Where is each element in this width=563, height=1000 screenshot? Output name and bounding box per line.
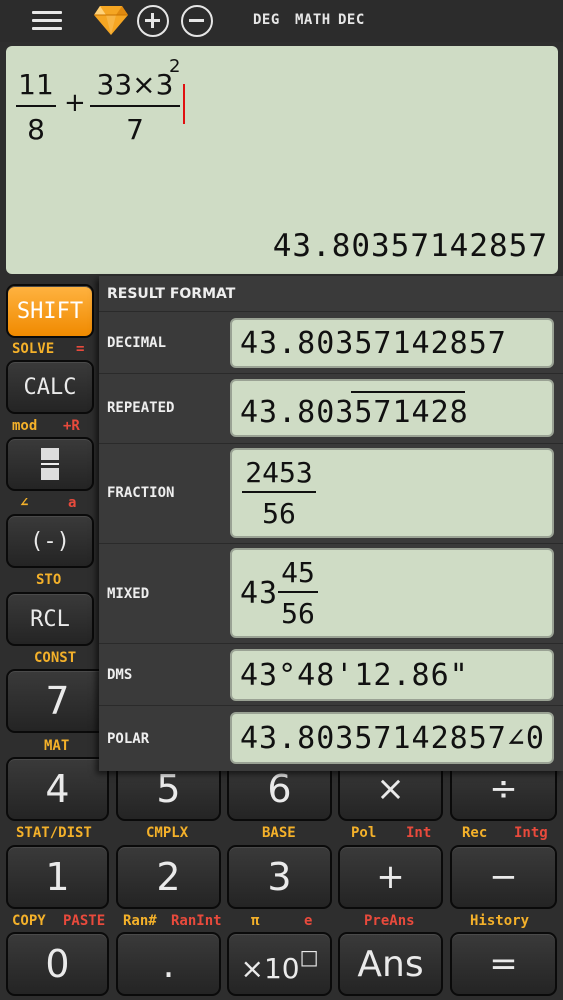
top-bar: DEG MATH DEC xyxy=(0,0,563,42)
label-stat-dist: STAT/DIST xyxy=(16,825,92,841)
dms-value-box[interactable]: 43°48'12.86" xyxy=(230,649,554,701)
shift-button[interactable]: SHIFT xyxy=(6,284,94,338)
label-plus-r: +R xyxy=(63,418,80,434)
fraction-template-icon xyxy=(41,448,59,480)
format-row-repeated: REPEATED 43.803571428 xyxy=(99,373,563,443)
result-value: 43.80357142857 xyxy=(272,228,548,264)
label-mat: MAT xyxy=(44,738,70,754)
digit-3-button[interactable]: 3 xyxy=(227,845,332,909)
exponent: 2 xyxy=(169,56,181,77)
digit-4-button[interactable]: 4 xyxy=(6,757,109,821)
format-row-dms: DMS 43°48'12.86" xyxy=(99,643,563,705)
label-e: e xyxy=(304,913,313,929)
input-mode-indicator: MATH xyxy=(295,12,331,28)
subtract-button[interactable]: − xyxy=(450,845,557,909)
label-pol: Pol xyxy=(351,825,377,841)
repeating-bar xyxy=(351,391,465,393)
digit-1-button[interactable]: 1 xyxy=(6,845,109,909)
label-solve: SOLVE xyxy=(12,341,55,357)
label-angle: ∠ xyxy=(20,495,29,511)
fraction-numerator: 2453 xyxy=(245,456,313,489)
label-mod: mod xyxy=(12,418,38,434)
label-sto: STO xyxy=(36,572,62,588)
text-cursor xyxy=(183,84,185,124)
label-solve-eq: = xyxy=(76,341,85,357)
equals-button[interactable]: = xyxy=(450,932,557,996)
label-base: BASE xyxy=(262,825,296,841)
label-a: a xyxy=(68,495,77,511)
format-row-polar: POLAR 43.80357142857∠0 xyxy=(99,705,563,771)
fraction-denominator: 56 xyxy=(262,497,296,530)
label-preans: PreAns xyxy=(364,913,415,929)
fraction-11-over-8: 11 8 xyxy=(16,68,56,146)
mixed-value-box[interactable]: 43 45 56 xyxy=(230,548,554,638)
decimal-point-button[interactable]: . xyxy=(116,932,221,996)
fraction-value-box[interactable]: 2453 56 xyxy=(230,448,554,538)
label-ran: Ran# xyxy=(123,913,157,929)
label-history: History xyxy=(470,913,530,929)
polar-label: POLAR xyxy=(107,731,150,747)
digit-7-button[interactable]: 7 xyxy=(6,669,109,733)
label-copy: COPY xyxy=(12,913,46,929)
label-intg: Intg xyxy=(514,825,548,841)
hamburger-menu-icon[interactable] xyxy=(32,11,62,31)
repeated-value-box[interactable]: 43.803571428 xyxy=(230,379,554,437)
calc-button[interactable]: CALC xyxy=(6,360,94,414)
label-pi: π xyxy=(251,913,260,929)
digit-0-button[interactable]: 0 xyxy=(6,932,109,996)
format-row-mixed: MIXED 43 45 56 xyxy=(99,543,563,643)
calculator-display[interactable]: 11 8 + 33×3 7 2 43.80357142857 xyxy=(6,46,558,274)
format-row-decimal: DECIMAL 43.80357142857 xyxy=(99,311,563,373)
fraction-33x3sq-over-7: 33×3 7 xyxy=(90,68,180,146)
decimal-label: DECIMAL xyxy=(107,335,167,351)
mixed-denominator: 56 xyxy=(281,597,315,630)
decimal-value-box[interactable]: 43.80357142857 xyxy=(230,318,554,368)
dms-label: DMS xyxy=(107,667,133,683)
angle-mode-indicator: DEG xyxy=(253,12,280,28)
mixed-label: MIXED xyxy=(107,586,150,602)
add-button[interactable]: + xyxy=(338,845,443,909)
label-rec: Rec xyxy=(462,825,488,841)
digit-2-button[interactable]: 2 xyxy=(116,845,221,909)
format-row-fraction: FRACTION 2453 56 xyxy=(99,443,563,543)
label-int: Int xyxy=(406,825,432,841)
zoom-in-icon[interactable] xyxy=(137,5,169,37)
result-format-panel: RESULT FORMAT DECIMAL 43.80357142857 REP… xyxy=(99,276,563,771)
label-cmplx: CMPLX xyxy=(146,825,189,841)
mixed-whole: 43 xyxy=(240,576,279,611)
label-paste: PASTE xyxy=(63,913,106,929)
rcl-button[interactable]: RCL xyxy=(6,592,94,646)
panel-title: RESULT FORMAT xyxy=(107,286,236,302)
number-mode-indicator: DEC xyxy=(338,12,365,28)
label-ranint: RanInt xyxy=(171,913,222,929)
plus-operator: + xyxy=(64,88,86,118)
fraction-button[interactable] xyxy=(6,437,94,491)
polar-value-box[interactable]: 43.80357142857∠0 xyxy=(230,712,554,764)
zoom-out-icon[interactable] xyxy=(181,5,213,37)
mixed-numerator: 45 xyxy=(281,556,315,589)
fraction-label: FRACTION xyxy=(107,485,175,501)
diamond-premium-icon[interactable] xyxy=(93,4,129,36)
repeated-label: REPEATED xyxy=(107,400,175,416)
ans-button[interactable]: Ans xyxy=(338,932,443,996)
exp10-button[interactable]: ×10 □ xyxy=(227,932,332,996)
negative-button[interactable]: (-) xyxy=(6,514,94,568)
label-const: CONST xyxy=(34,650,77,666)
